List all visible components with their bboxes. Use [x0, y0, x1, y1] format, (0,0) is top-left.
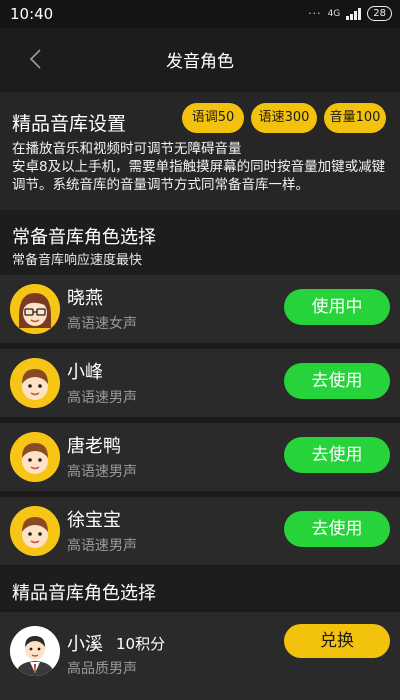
role-name: 晓燕 [67, 288, 103, 309]
role-row-xiaoyan: 晓燕 高语速女声 使用中 [0, 275, 400, 343]
top-nav: 发音角色 [0, 28, 400, 92]
role-name: 徐宝宝 [67, 510, 121, 531]
role-row-xiaoxi: 小溪 10积分 高品质男声 兑换 [0, 612, 400, 700]
status-time: 10:40 [10, 5, 54, 23]
role-points: 10积分 [116, 635, 166, 653]
role-desc: 高语速女声 [67, 316, 137, 332]
role-desc: 高语速男声 [67, 538, 137, 554]
premium-section-header: 精品音库角色选择 [0, 569, 400, 609]
volume-pill-button[interactable]: 音量100 [324, 103, 386, 133]
boy-avatar-icon [10, 358, 60, 408]
role-name: 小峰 [67, 362, 103, 383]
signal-icon [346, 7, 362, 20]
use-button[interactable]: 去使用 [284, 511, 390, 547]
premium-section-title: 精品音库角色选择 [12, 583, 156, 604]
standard-section-subtitle: 常备音库响应速度最快 [12, 253, 143, 268]
network-type: 4G [327, 8, 341, 19]
boy-avatar-icon [10, 506, 60, 556]
role-desc: 高语速男声 [67, 390, 137, 406]
role-row-tanglaoya: 唐老鸭 高语速男声 去使用 [0, 423, 400, 491]
use-button[interactable]: 去使用 [284, 363, 390, 399]
status-bar: 10:40 ··· 4G 28 [0, 0, 400, 28]
status-icons: ··· 4G 28 [308, 6, 392, 21]
role-row-xiaofeng: 小峰 高语速男声 去使用 [0, 349, 400, 417]
speed-pill-button[interactable]: 语速300 [251, 103, 317, 133]
role-desc: 高语速男声 [67, 464, 137, 480]
boy-avatar-icon [10, 432, 60, 482]
pitch-pill-button[interactable]: 语调50 [182, 103, 244, 133]
page-title: 发音角色 [166, 52, 234, 72]
man-in-suit-avatar-icon [10, 626, 60, 676]
battery-icon: 28 [367, 6, 392, 21]
role-name: 唐老鸭 [67, 436, 121, 457]
redeem-button[interactable]: 兑换 [284, 624, 390, 658]
girl-avatar-icon [10, 284, 60, 334]
settings-description: 在播放音乐和视频时可调节无障碍音量 安卓8及以上手机，需要单指触摸屏幕的同时按音… [12, 141, 386, 193]
role-name: 小溪 [67, 634, 103, 655]
use-button[interactable]: 去使用 [284, 437, 390, 473]
settings-title: 精品音库设置 [12, 113, 127, 135]
standard-section-title: 常备音库角色选择 [12, 227, 156, 248]
standard-section-header: 常备音库角色选择 常备音库响应速度最快 [0, 210, 400, 275]
role-row-xubaobao: 徐宝宝 高语速男声 去使用 [0, 497, 400, 565]
in-use-button[interactable]: 使用中 [284, 289, 390, 325]
role-desc: 高品质男声 [67, 661, 137, 677]
premium-settings-panel: 精品音库设置 语调50 语速300 音量100 在播放音乐和视频时可调节无障碍音… [0, 92, 400, 210]
notification-dots-icon: ··· [308, 7, 322, 20]
